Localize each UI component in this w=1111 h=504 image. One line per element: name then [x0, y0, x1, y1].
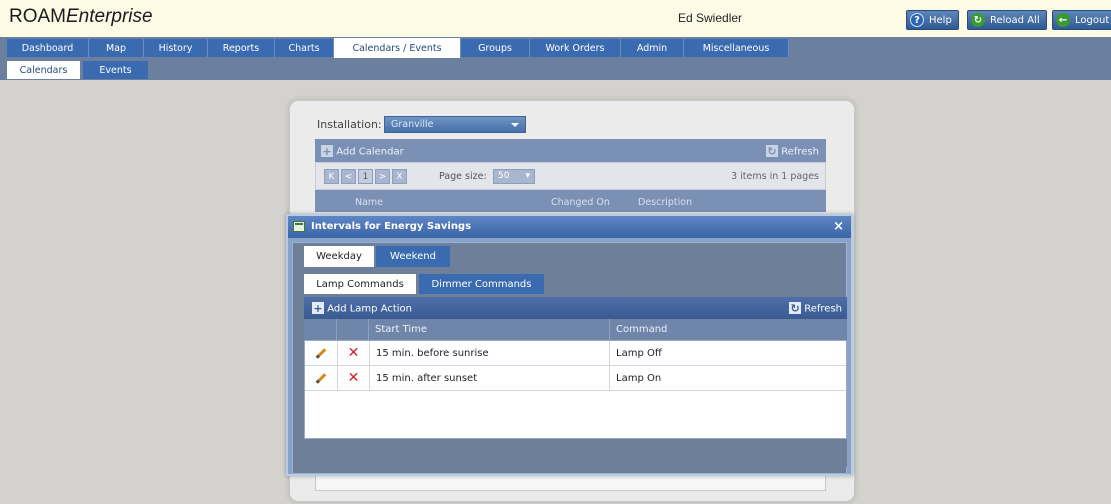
current-page[interactable]: 1 [358, 169, 373, 184]
dialog-title: Intervals for Energy Savings [311, 221, 472, 232]
lamp-refresh-button[interactable]: ↻ Refresh [789, 302, 842, 315]
column-name[interactable]: Name [355, 197, 383, 208]
table-row: ✕ 15 min. after sunset Lamp On [305, 366, 846, 391]
delete-icon: ✕ [347, 370, 360, 386]
pencil-icon [315, 347, 327, 359]
edit-row-button[interactable] [305, 366, 338, 390]
app-logo: ROAMEnterprise [9, 6, 153, 27]
chevron-down-icon [511, 123, 519, 127]
pencil-icon [315, 372, 327, 384]
page-size-select[interactable]: 50 ▾ [493, 169, 535, 184]
logout-icon: ← [1056, 13, 1070, 27]
prev-page-button[interactable]: < [341, 169, 356, 184]
installation-value: Granville [391, 119, 434, 130]
start-time-cell: 15 min. after sunset [370, 366, 610, 390]
last-page-button[interactable]: X [392, 169, 407, 184]
sub-nav: Calendars Events [0, 58, 1111, 80]
tab-weekday[interactable]: Weekday [304, 246, 374, 267]
dialog-footer [304, 439, 847, 467]
calendars-refresh-label: Refresh [781, 146, 819, 158]
calendars-refresh-button[interactable]: ↻ Refresh [766, 145, 819, 158]
column-changed-on[interactable]: Changed On [551, 197, 610, 208]
main-nav: Dashboard Map History Reports Charts Cal… [0, 37, 1111, 58]
start-time-cell: 15 min. before sunrise [370, 341, 610, 365]
edit-row-button[interactable] [305, 341, 338, 365]
tab-miscellaneous[interactable]: Miscellaneous [684, 39, 789, 57]
tab-dashboard[interactable]: Dashboard [7, 39, 89, 57]
next-page-button[interactable]: > [375, 169, 390, 184]
add-calendar-label: Add Calendar [336, 146, 404, 158]
command-cell: Lamp Off [616, 347, 662, 359]
refresh-icon: ↻ [789, 301, 802, 315]
tab-lamp-commands[interactable]: Lamp Commands [304, 274, 416, 294]
edit-column [304, 319, 337, 340]
table-row: ✕ 15 min. before sunrise Lamp Off [305, 341, 846, 366]
app-window: ROAMEnterprise Ed Swiedler ? Help ↻ Reload… [0, 0, 1111, 504]
tab-groups[interactable]: Groups [461, 39, 530, 57]
calendars-header: Name Changed On Description [315, 190, 826, 212]
logout-label: Logout [1075, 14, 1110, 26]
tab-work-orders[interactable]: Work Orders [530, 39, 621, 57]
reload-all-label: Reload All [990, 14, 1040, 26]
help-label: Help [929, 14, 952, 26]
reload-all-button[interactable]: ↻ Reload All [967, 10, 1047, 30]
command-cell: Lamp On [616, 372, 662, 384]
tab-admin[interactable]: Admin [621, 39, 684, 57]
tab-weekend[interactable]: Weekend [376, 246, 450, 267]
tab-dimmer-commands[interactable]: Dimmer Commands [419, 274, 544, 294]
first-page-button[interactable]: K [324, 169, 339, 184]
pager-summary: 3 items in 1 pages [731, 171, 819, 182]
calendars-pager: K < 1 > X Page size: 50 ▾ 3 items in 1 pa… [315, 162, 826, 190]
subtab-calendars[interactable]: Calendars [7, 61, 80, 79]
lamp-grid-body: ✕ 15 min. before sunrise Lamp Off ✕ 15 m… [304, 340, 847, 439]
calendars-toolbar: + Add Calendar ↻ Refresh [315, 139, 826, 162]
chevron-down-icon: ▾ [525, 171, 530, 181]
delete-icon: ✕ [347, 345, 360, 361]
close-icon[interactable]: × [833, 219, 844, 234]
lamp-grid-header: Start Time Command [304, 319, 847, 340]
page-size-label: Page size: [439, 171, 487, 182]
user-name: Ed Swiedler [678, 11, 743, 25]
column-start-time[interactable]: Start Time [375, 324, 427, 335]
delete-column [337, 319, 369, 340]
tab-reports[interactable]: Reports [208, 39, 275, 57]
installation-label: Installation: [317, 118, 382, 131]
help-icon: ? [910, 13, 924, 27]
add-icon: + [321, 144, 333, 158]
add-icon: + [312, 301, 324, 315]
tab-history[interactable]: History [144, 39, 208, 57]
delete-row-button[interactable]: ✕ [338, 341, 370, 365]
intervals-dialog: Intervals for Energy Savings × Weekday W… [286, 214, 853, 476]
add-lamp-action-label: Add Lamp Action [327, 303, 413, 315]
tab-map[interactable]: Map [89, 39, 144, 57]
help-button[interactable]: ? Help [906, 10, 959, 30]
refresh-icon: ↻ [766, 144, 778, 158]
logout-button[interactable]: ← Logout [1052, 10, 1111, 30]
lamp-toolbar: + Add Lamp Action ↻ Refresh [304, 297, 847, 319]
column-command[interactable]: Command [609, 319, 667, 340]
page-size-value: 50 [498, 171, 510, 181]
window-icon [293, 221, 305, 232]
header-bar: ROAMEnterprise Ed Swiedler ? Help ↻ Reload… [0, 0, 1111, 37]
column-description[interactable]: Description [638, 197, 692, 208]
dialog-title-bar[interactable]: Intervals for Energy Savings × [288, 216, 851, 238]
add-lamp-action-button[interactable]: + Add Lamp Action [312, 302, 412, 315]
installation-select[interactable]: Granville [384, 116, 526, 133]
lamp-refresh-label: Refresh [804, 303, 842, 315]
tab-calendars-events[interactable]: Calendars / Events [334, 38, 461, 58]
tab-charts[interactable]: Charts [275, 39, 334, 57]
subtab-events[interactable]: Events [83, 61, 148, 79]
reload-icon: ↻ [971, 13, 985, 27]
add-calendar-button[interactable]: + Add Calendar [321, 145, 404, 158]
delete-row-button[interactable]: ✕ [338, 366, 370, 390]
